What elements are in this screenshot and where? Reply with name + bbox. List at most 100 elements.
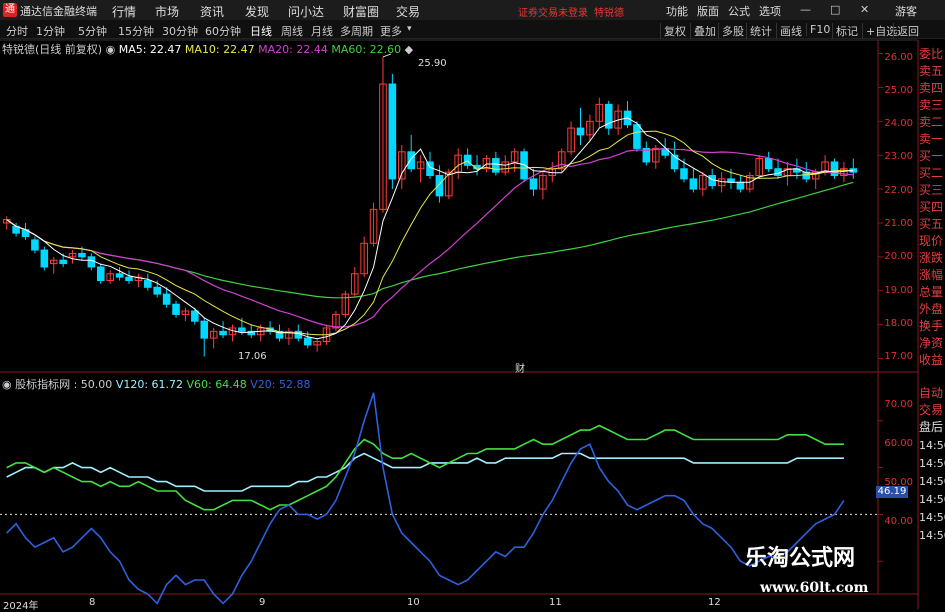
indicator-title: 股标指标网 : 50.00 <box>15 378 113 391</box>
v60-line <box>6 424 844 511</box>
price-tick: 24.00 <box>884 118 913 129</box>
legend-v60: V60: 64.48 <box>186 378 247 391</box>
legend-ma20: MA20: 22.44 <box>258 43 328 56</box>
panel-sell3: 卖三 <box>919 98 944 112</box>
tick-time: 14:50 <box>919 493 945 506</box>
legend-v20: V20: 52.88 <box>250 378 311 391</box>
panel-sell1: 卖一 <box>919 132 944 146</box>
candle-body <box>78 252 86 258</box>
panel-jingzi: 净资 <box>919 336 944 350</box>
main-chart-legend: 特锐德(日线 前复权) ◉ MA5: 22.47 MA10: 22.47 MA2… <box>2 41 413 57</box>
v20-line <box>6 392 845 605</box>
x-tick: 9 <box>259 597 266 608</box>
panel-sell2: 卖二 <box>919 115 944 129</box>
tick-time: 14:50 <box>919 529 945 542</box>
candle-body <box>633 124 641 149</box>
panel-sell5: 卖五 <box>919 64 944 78</box>
x-tick: 8 <box>89 597 96 608</box>
candle-body <box>576 127 585 136</box>
panel-zidong[interactable]: 自动 <box>919 386 945 401</box>
legend-settings-icon[interactable]: ◆ <box>405 43 413 56</box>
candle-body <box>303 337 312 346</box>
panel-buy2: 买二 <box>919 166 944 180</box>
panel-weibi: 委比 <box>919 47 944 61</box>
candle-body <box>40 249 49 268</box>
candle-body <box>200 320 209 339</box>
candle-body <box>407 151 415 170</box>
candle-body <box>764 158 773 170</box>
legend-ma10: MA10: 22.47 <box>184 43 255 56</box>
candle-body <box>31 239 39 251</box>
ma60-line <box>6 181 854 299</box>
ma5-line <box>6 117 854 340</box>
tick-time: 14:50 <box>919 511 945 524</box>
panel-zhangdie: 涨跌 <box>919 251 944 265</box>
price-tick: 22.00 <box>884 185 913 196</box>
legend-v120: V120: 61.72 <box>115 378 184 391</box>
chart-title: 特锐德(日线 前复权) <box>2 43 103 56</box>
legend-ma5: MA5: 22.47 <box>118 43 182 56</box>
panel-shouyi: 收益 <box>919 353 944 367</box>
x-tick: 2024年 <box>3 601 39 612</box>
candle-body <box>219 330 227 336</box>
panel-buy1: 买一 <box>919 149 944 163</box>
candle-body <box>435 175 444 197</box>
candle-body <box>680 168 688 180</box>
candle-body <box>520 151 528 180</box>
price-tick: 26.00 <box>884 52 913 63</box>
tick-time: 14:50 <box>919 457 945 470</box>
candle-body <box>125 276 133 282</box>
price-tick: 19.00 <box>884 285 913 296</box>
price-tick: 21.00 <box>884 218 913 229</box>
candle-body <box>191 310 199 322</box>
candle-body <box>463 154 472 166</box>
indicator-eye-icon[interactable]: ◉ <box>2 378 12 391</box>
x-tick: 10 <box>407 597 420 608</box>
price-tick: 18.00 <box>884 318 913 329</box>
panel-huanshou: 换手 <box>919 319 944 333</box>
panel-jiaoyi[interactable]: 交易 <box>919 403 945 418</box>
tick-time: 14:50 <box>919 439 945 452</box>
price-tick: 25.00 <box>884 85 913 96</box>
candle-body <box>59 259 67 265</box>
high-price-label: 25.90 <box>418 58 447 69</box>
indicator-tick: 60.00 <box>884 438 913 449</box>
candle-body <box>238 327 246 332</box>
candle-body <box>144 280 152 288</box>
legend-marker-icon: ◉ <box>105 43 116 56</box>
indicator-legend: ◉ 股标指标网 : 50.00 V120: 61.72 V60: 64.48 V… <box>2 376 310 392</box>
financial-marker[interactable]: 财 <box>515 360 525 375</box>
candle-body <box>115 273 124 278</box>
kline-chart-canvas[interactable] <box>0 0 945 609</box>
indicator-tick: 70.00 <box>884 399 913 410</box>
x-tick: 12 <box>708 597 721 608</box>
price-tick: 23.00 <box>884 151 913 162</box>
tick-time: 14:50 <box>919 475 945 488</box>
candle-body <box>96 266 105 282</box>
panel-buy5: 买五 <box>919 217 944 231</box>
price-tick: 20.00 <box>884 251 913 262</box>
candle-body <box>162 293 171 305</box>
indicator-tick: 40.00 <box>884 516 913 527</box>
panel-buy4: 买四 <box>919 200 944 214</box>
panel-waipan: 外盘 <box>919 302 944 316</box>
price-tick: 17.00 <box>884 351 913 362</box>
panel-buy3: 买三 <box>919 183 944 197</box>
panel-zhangfu: 涨幅 <box>919 268 944 282</box>
candle-body <box>492 158 500 173</box>
panel-panhou[interactable]: 盘后 <box>919 420 945 435</box>
watermark-url: www.60lt.com <box>760 580 869 596</box>
watermark-title: 乐淘公式网 <box>745 545 856 571</box>
legend-ma60: MA60: 22.60 <box>331 43 402 56</box>
candle-body <box>529 178 538 190</box>
candle-body <box>736 181 745 190</box>
x-tick: 11 <box>549 597 562 608</box>
candle-body <box>172 303 180 315</box>
panel-sell4: 卖四 <box>919 81 944 95</box>
candle-body <box>87 256 96 268</box>
low-price-label: 17.06 <box>238 351 267 362</box>
candle-body <box>670 154 679 170</box>
panel-xianjia: 现价 <box>919 234 944 248</box>
candle-body <box>153 286 162 295</box>
panel-zongliang: 总量 <box>919 285 944 299</box>
